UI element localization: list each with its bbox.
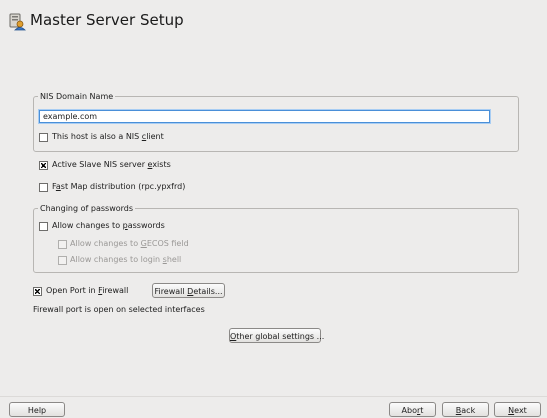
- nis-domain-input[interactable]: example.com: [39, 110, 490, 123]
- page-title: Master Server Setup: [30, 11, 184, 29]
- nis-domain-value: example.com: [43, 112, 98, 121]
- back-button[interactable]: Back: [442, 402, 489, 417]
- passwords-legend: Changing of passwords: [38, 203, 136, 214]
- firewall-status-text: Firewall port is open on selected interf…: [33, 305, 205, 314]
- allow-shell-checkbox[interactable]: [58, 256, 67, 265]
- firewall-details-button[interactable]: Firewall Details...: [152, 283, 225, 298]
- allow-gecos-label[interactable]: Allow changes to GECOS field: [70, 239, 189, 249]
- slave-exists-label[interactable]: Active Slave NIS server exists: [52, 160, 171, 170]
- abort-button[interactable]: Abort: [389, 402, 436, 417]
- next-button[interactable]: Next: [494, 402, 541, 417]
- nis-client-checkbox[interactable]: [39, 133, 48, 142]
- open-port-checkbox[interactable]: [33, 287, 42, 296]
- help-button[interactable]: Help: [9, 402, 65, 417]
- fast-map-checkbox[interactable]: [39, 183, 48, 192]
- nis-domain-legend: NIS Domain Name: [38, 91, 116, 102]
- server-setup-icon: [8, 13, 26, 31]
- nis-domain-group: NIS Domain Name: [33, 91, 519, 152]
- bottom-separator: [0, 396, 547, 397]
- slave-exists-checkbox[interactable]: [39, 161, 48, 170]
- fast-map-label[interactable]: Fast Map distribution (rpc.ypxfrd): [52, 182, 185, 192]
- allow-gecos-checkbox[interactable]: [58, 240, 67, 249]
- allow-passwords-label[interactable]: Allow changes to passwords: [52, 221, 165, 231]
- allow-shell-label[interactable]: Allow changes to login shell: [70, 255, 181, 265]
- other-settings-button[interactable]: Other global settings ...: [229, 328, 324, 343]
- open-port-label[interactable]: Open Port in Firewall: [46, 286, 128, 296]
- allow-passwords-checkbox[interactable]: [39, 222, 48, 231]
- nis-client-label[interactable]: This host is also a NIS client: [52, 132, 164, 142]
